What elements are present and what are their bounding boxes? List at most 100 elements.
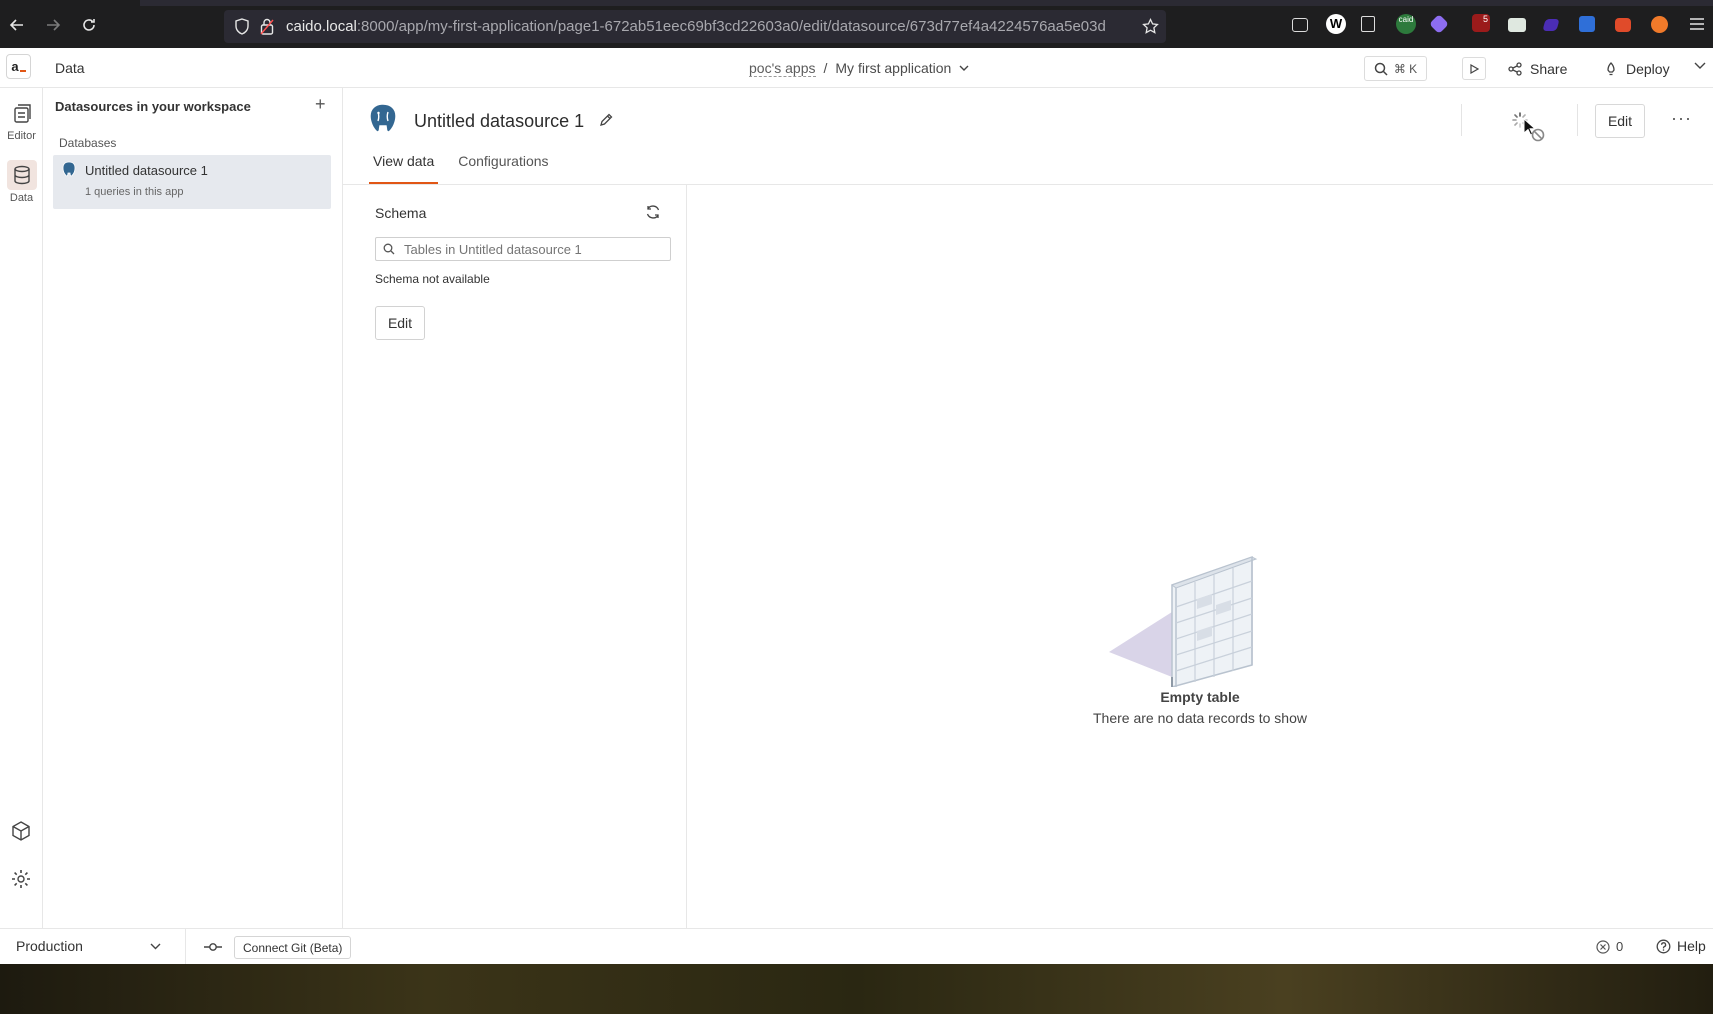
rocket-icon	[1607, 62, 1615, 76]
insecure-lock-icon	[260, 18, 274, 35]
datasource-title: Untitled datasource 1	[414, 111, 585, 131]
datasource-name: Untitled datasource 1	[85, 163, 208, 178]
rail-editor-label: Editor	[7, 130, 36, 142]
breadcrumb-separator: /	[823, 60, 828, 76]
gear-icon	[12, 870, 30, 888]
play-icon	[1470, 63, 1479, 74]
packages-button[interactable]	[6, 816, 36, 846]
help-button[interactable]: Help	[1656, 938, 1706, 954]
chevron-down-icon	[150, 943, 161, 950]
header-divider	[1577, 104, 1578, 136]
add-datasource-button[interactable]: +	[315, 94, 326, 115]
breadcrumb: poc's apps / My first application	[749, 60, 969, 77]
search-icon	[1374, 62, 1388, 76]
share-label: Share	[1530, 61, 1568, 77]
bookmark-star-icon[interactable]	[1142, 18, 1159, 35]
datasource-query-count: 1 queries in this app	[85, 186, 184, 198]
share-icon	[1508, 62, 1522, 76]
datasource-main: Untitled datasource 1 Edit ··· View data…	[343, 88, 1713, 928]
empty-state-subtitle: There are no data records to show	[1092, 710, 1307, 726]
help-circle-icon	[1656, 939, 1671, 953]
url-path: :8000/app/my-first-application/page1-672…	[356, 18, 1106, 35]
blue-icon[interactable]	[1579, 16, 1595, 32]
rail-editor[interactable]: Editor	[0, 98, 43, 142]
url-text: caido.local:8000/app/my-first-applicatio…	[286, 18, 1106, 35]
rail-data-label: Data	[9, 192, 34, 204]
schema-edit-button[interactable]: Edit	[375, 306, 425, 340]
postgres-elephant-icon	[369, 103, 397, 133]
desktop-background	[0, 964, 1713, 1014]
tab-view-data[interactable]: View data	[369, 152, 439, 184]
edit-datasource-button[interactable]: Edit	[1595, 104, 1645, 138]
share-button[interactable]: Share	[1508, 58, 1567, 80]
shield-icon	[235, 18, 249, 35]
deploy-button[interactable]: Deploy	[1604, 58, 1670, 80]
bottom-bar: Production Connect Git (Beta) 0 Help	[0, 928, 1713, 965]
app-root: a Data poc's apps / My first application…	[0, 48, 1713, 965]
error-counter[interactable]: 0	[1596, 939, 1623, 954]
help-label: Help	[1677, 938, 1706, 954]
purple-diamond-icon[interactable]	[1429, 14, 1449, 34]
orange-icon[interactable]	[1651, 16, 1668, 33]
datasource-list-item[interactable]: Untitled datasource 1 1 queries in this …	[53, 155, 331, 209]
chevron-down-icon[interactable]	[959, 64, 969, 72]
rail-data[interactable]: Data	[0, 160, 43, 204]
cube-icon	[12, 821, 30, 841]
left-rail: Editor Data	[0, 88, 43, 928]
forward-button[interactable]	[40, 12, 66, 38]
fox-icon[interactable]	[1615, 18, 1631, 32]
puzzle-icon[interactable]	[1361, 16, 1375, 32]
schema-search-input[interactable]	[375, 237, 671, 261]
more-options-button[interactable]: ···	[1671, 108, 1692, 129]
empty-state-title: Empty table	[1160, 689, 1240, 705]
run-app-button[interactable]	[1462, 57, 1486, 80]
caido-icon[interactable]: caid	[1396, 14, 1416, 34]
app-name[interactable]: My first application	[835, 60, 951, 77]
datasources-panel-title: Datasources in your workspace	[55, 99, 251, 114]
error-count-value: 0	[1616, 939, 1624, 954]
w-icon[interactable]: W	[1326, 14, 1346, 34]
editor-icon	[7, 98, 37, 128]
database-icon	[6, 160, 37, 190]
red-badge-icon[interactable]: 5	[1472, 14, 1490, 32]
settings-button[interactable]	[6, 864, 36, 894]
url-host: caido.local	[286, 18, 357, 35]
browser-toolbar: caido.local:8000/app/my-first-applicatio…	[0, 0, 1713, 48]
schema-title: Schema	[375, 205, 427, 221]
tab-configurations[interactable]: Configurations	[454, 152, 552, 184]
refresh-icon[interactable]	[645, 204, 661, 220]
workspace-link[interactable]: poc's apps	[749, 60, 816, 77]
reload-icon	[83, 19, 95, 31]
environment-value: Production	[16, 938, 83, 954]
search-shortcut: ⌘ K	[1393, 61, 1418, 76]
pencil-icon[interactable]	[599, 113, 613, 127]
databases-section-label: Databases	[59, 136, 117, 150]
address-bar[interactable]: caido.local:8000/app/my-first-applicatio…	[224, 10, 1166, 43]
back-button[interactable]	[4, 12, 30, 38]
error-circle-icon	[1596, 939, 1610, 954]
deploy-options-chevron-icon[interactable]	[1694, 60, 1706, 70]
arrow-right-icon	[47, 19, 61, 31]
search-button[interactable]: ⌘ K	[1364, 56, 1427, 81]
empty-table-illustration	[1109, 555, 1258, 687]
reload-button[interactable]	[76, 12, 102, 38]
search-icon	[383, 243, 395, 255]
header-divider	[1461, 104, 1462, 136]
menu-icon[interactable]	[1690, 18, 1704, 30]
red-badge-count: 5	[1482, 14, 1488, 24]
schema-pane: Schema Schema not available Edit	[343, 185, 687, 928]
schema-empty-message: Schema not available	[375, 272, 490, 286]
pocket-icon[interactable]	[1292, 18, 1308, 32]
green-icon[interactable]	[1508, 18, 1526, 32]
arrow-left-icon	[9, 19, 23, 31]
git-commit-icon	[204, 943, 222, 951]
datasource-tabs: View data Configurations	[369, 152, 553, 184]
caido-badge: caid	[1398, 15, 1414, 24]
deploy-label: Deploy	[1626, 61, 1670, 77]
appsmith-logo[interactable]: a	[6, 54, 31, 79]
postgres-icon	[62, 161, 76, 177]
violet-icon[interactable]	[1542, 19, 1560, 31]
bottom-bar-divider	[185, 929, 186, 965]
connect-git-button[interactable]: Connect Git (Beta)	[234, 936, 352, 959]
environment-select[interactable]: Production	[16, 938, 161, 954]
